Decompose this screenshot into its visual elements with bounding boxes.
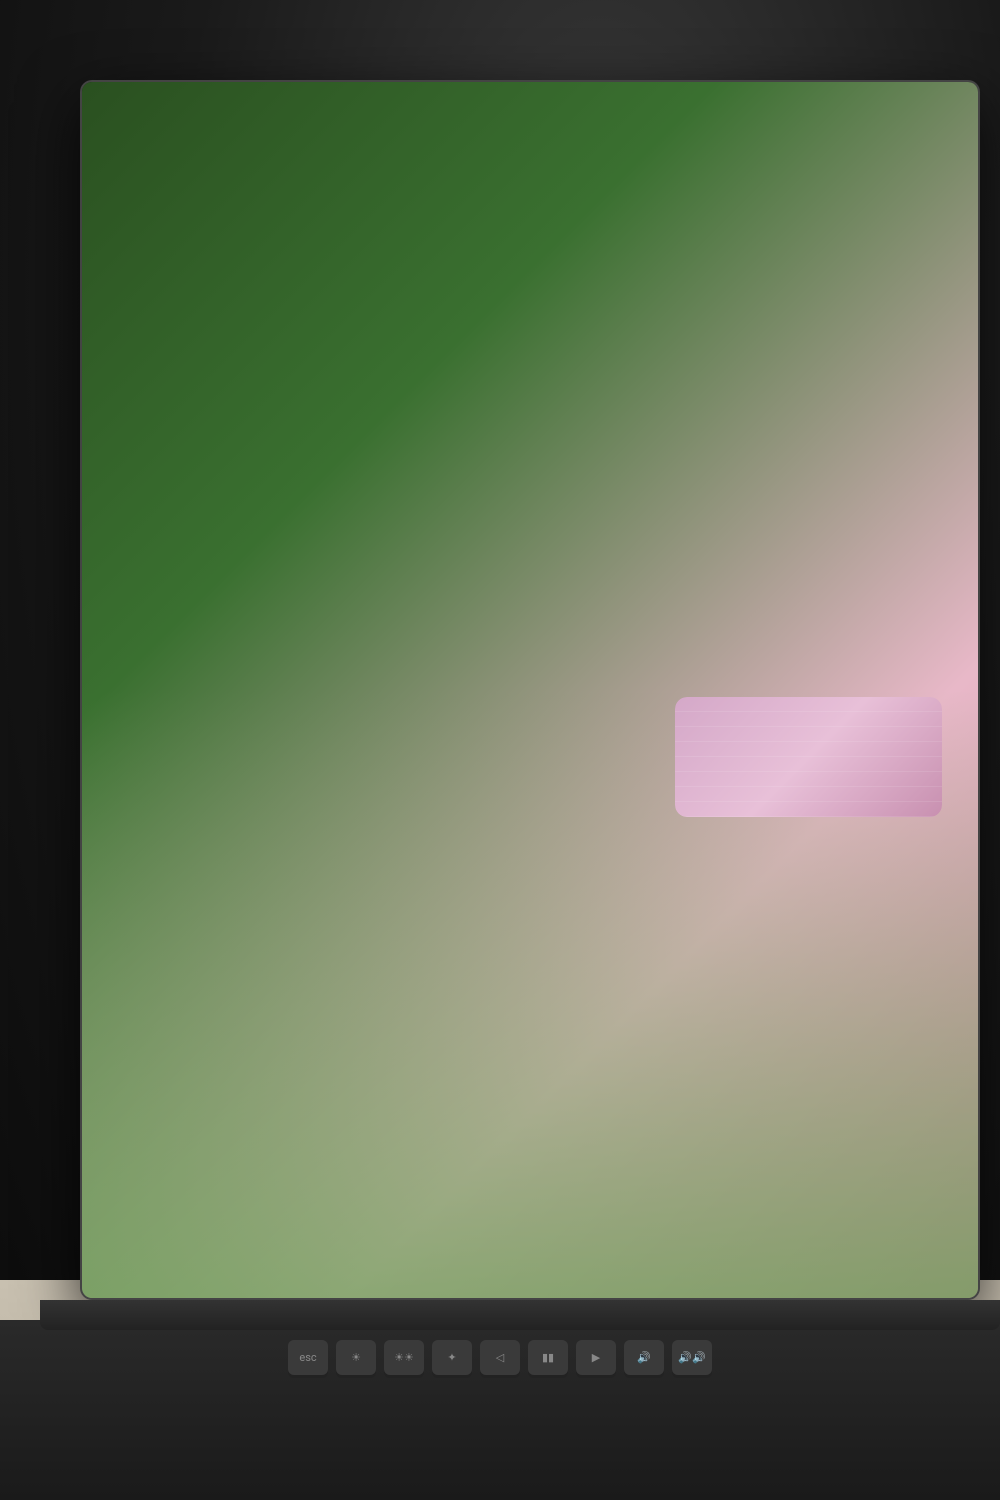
key-volume-up[interactable]: 🔊🔊 xyxy=(672,1340,712,1375)
laptop-base xyxy=(40,1300,1000,1330)
key-mission-control[interactable]: ✦ xyxy=(432,1340,472,1375)
keyboard-area: esc ☀ ☀☀ ✦ ◁ ▮▮ ▶ 🔊 🔊🔊 xyxy=(0,1320,1000,1500)
pin-magical[interactable]: ··· Magical W... Zach & Ta... xyxy=(675,458,942,685)
key-forward-track[interactable]: ▶ xyxy=(576,1340,616,1375)
pin-magical-image xyxy=(675,458,942,638)
key-esc[interactable]: esc xyxy=(288,1340,328,1375)
pin-garden-image xyxy=(675,697,942,817)
key-brightness-down[interactable]: ☀ xyxy=(336,1340,376,1375)
key-play-pause[interactable]: ▮▮ xyxy=(528,1340,568,1375)
pin-grid-container[interactable]: ··· Various Artists Cover Kagaya Jun ils… xyxy=(102,227,958,1278)
key-volume-down[interactable]: 🔊 xyxy=(624,1340,664,1375)
key-back-track[interactable]: ◁ xyxy=(480,1340,520,1375)
pin-garden[interactable] xyxy=(675,697,942,817)
key-brightness-up[interactable]: ☀☀ xyxy=(384,1340,424,1375)
browser-window: Beautiful Free Images & Pictu... × Album… xyxy=(102,102,958,1278)
pin-column-3: AEGHMNSTYZ56 ··· Apparently for the f... xyxy=(675,239,942,817)
laptop-frame: Beautiful Free Images & Pictu... × Album… xyxy=(80,80,980,1300)
screen-bezel: Beautiful Free Images & Pictu... × Album… xyxy=(82,82,978,1298)
pin-grid: ··· Various Artists Cover Kagaya Jun ils… xyxy=(118,239,942,905)
